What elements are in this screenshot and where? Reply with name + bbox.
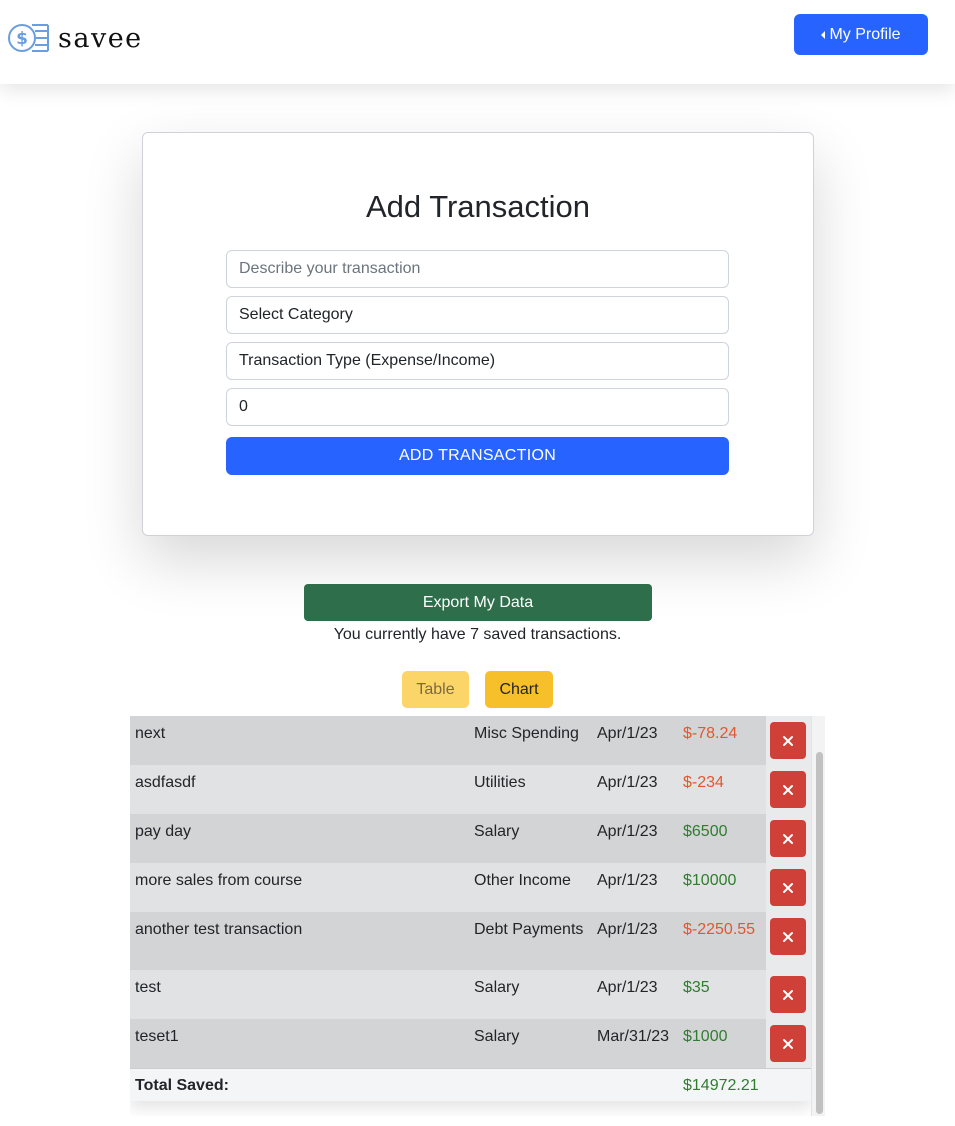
table-row: next Misc Spending Apr/1/23 $-78.24 (130, 716, 811, 765)
row-amount: $35 (683, 979, 710, 996)
total-amount: $14972.21 (683, 1077, 759, 1094)
delete-cell (766, 1019, 811, 1068)
row-date: Apr/1/23 (597, 774, 658, 791)
caret-left-icon (821, 31, 826, 39)
close-icon (783, 931, 793, 942)
brand-name: savee (58, 22, 143, 54)
svg-text:$: $ (16, 29, 28, 49)
delete-cell (766, 716, 811, 765)
export-data-button[interactable]: Export My Data (304, 584, 652, 621)
row-date: Mar/31/23 (597, 1028, 670, 1045)
row-date: Apr/1/23 (597, 725, 658, 742)
delete-button[interactable] (770, 918, 806, 955)
table-view-button[interactable]: Table (402, 671, 469, 708)
table-scrollbar[interactable] (811, 716, 825, 1116)
row-amount: $6500 (683, 823, 728, 840)
close-icon (783, 735, 793, 746)
row-category: Utilities (474, 774, 526, 791)
total-label: Total Saved: (135, 1077, 229, 1094)
row-category: Salary (474, 979, 520, 996)
row-date: Apr/1/23 (597, 921, 658, 938)
delete-button[interactable] (770, 820, 806, 857)
delete-cell (766, 863, 811, 912)
close-icon (783, 784, 793, 795)
transactions-table-body: next Misc Spending Apr/1/23 $-78.24 asdf… (130, 716, 811, 1101)
delete-button[interactable] (770, 1025, 806, 1062)
scrollbar-thumb[interactable] (816, 752, 823, 1114)
row-date: Apr/1/23 (597, 823, 658, 840)
chart-view-button[interactable]: Chart (485, 671, 553, 708)
delete-cell (766, 912, 811, 970)
dollar-coin-icon: $ (8, 24, 49, 52)
row-description: more sales from course (135, 872, 303, 889)
row-description: asdfasdf (135, 774, 196, 791)
row-description: test (135, 979, 161, 996)
row-date: Apr/1/23 (597, 872, 658, 889)
table-row: another test transaction Debt Payments A… (130, 912, 811, 970)
row-amount: $10000 (683, 872, 737, 889)
add-transaction-button[interactable]: ADD TRANSACTION (226, 437, 729, 475)
delete-button[interactable] (770, 722, 806, 759)
my-profile-label: My Profile (829, 25, 901, 43)
add-transaction-card: Add Transaction Describe your transactio… (142, 132, 814, 536)
close-icon (783, 989, 793, 1000)
close-icon (783, 833, 793, 844)
brand-logo[interactable]: $ savee (6, 18, 143, 58)
row-category: Other Income (474, 872, 571, 889)
delete-button[interactable] (770, 771, 806, 808)
close-icon (783, 882, 793, 893)
table-row: test Salary Apr/1/23 $35 (130, 970, 811, 1019)
amount-input[interactable]: 0 (226, 388, 729, 426)
row-category: Misc Spending (474, 725, 579, 742)
row-amount: $-234 (683, 774, 724, 791)
table-row: asdfasdf Utilities Apr/1/23 $-234 (130, 765, 811, 814)
category-select[interactable]: Select Category (226, 296, 729, 334)
card-title: Add Transaction (365, 189, 591, 224)
row-category: Debt Payments (474, 921, 584, 938)
delete-button[interactable] (770, 976, 806, 1013)
total-row: Total Saved: $14972.21 (130, 1068, 811, 1101)
saved-count-text: You currently have 7 saved transactions. (333, 626, 622, 643)
delete-button[interactable] (770, 869, 806, 906)
row-date: Apr/1/23 (597, 979, 658, 996)
close-icon (783, 1038, 793, 1049)
delete-cell (766, 970, 811, 1019)
row-description: next (135, 725, 166, 742)
delete-cell (766, 765, 811, 814)
my-profile-button[interactable]: My Profile (794, 14, 928, 55)
transaction-type-select[interactable]: Transaction Type (Expense/Income) (226, 342, 729, 380)
navbar: $ savee My Profile (0, 0, 955, 84)
transactions-table[interactable]: next Misc Spending Apr/1/23 $-78.24 asdf… (130, 716, 826, 1116)
row-description: another test transaction (135, 921, 303, 938)
row-amount: $1000 (683, 1028, 728, 1045)
row-category: Salary (474, 1028, 520, 1045)
row-description: teset1 (135, 1028, 179, 1045)
row-category: Salary (474, 823, 520, 840)
table-row: more sales from course Other Income Apr/… (130, 863, 811, 912)
row-amount: $-78.24 (683, 725, 738, 742)
row-description: pay day (135, 823, 192, 840)
row-amount: $-2250.55 (683, 921, 756, 938)
delete-cell (766, 814, 811, 863)
table-row: teset1 Salary Mar/31/23 $1000 (130, 1019, 811, 1068)
table-row: pay day Salary Apr/1/23 $6500 (130, 814, 811, 863)
description-input[interactable]: Describe your transaction (226, 250, 729, 288)
